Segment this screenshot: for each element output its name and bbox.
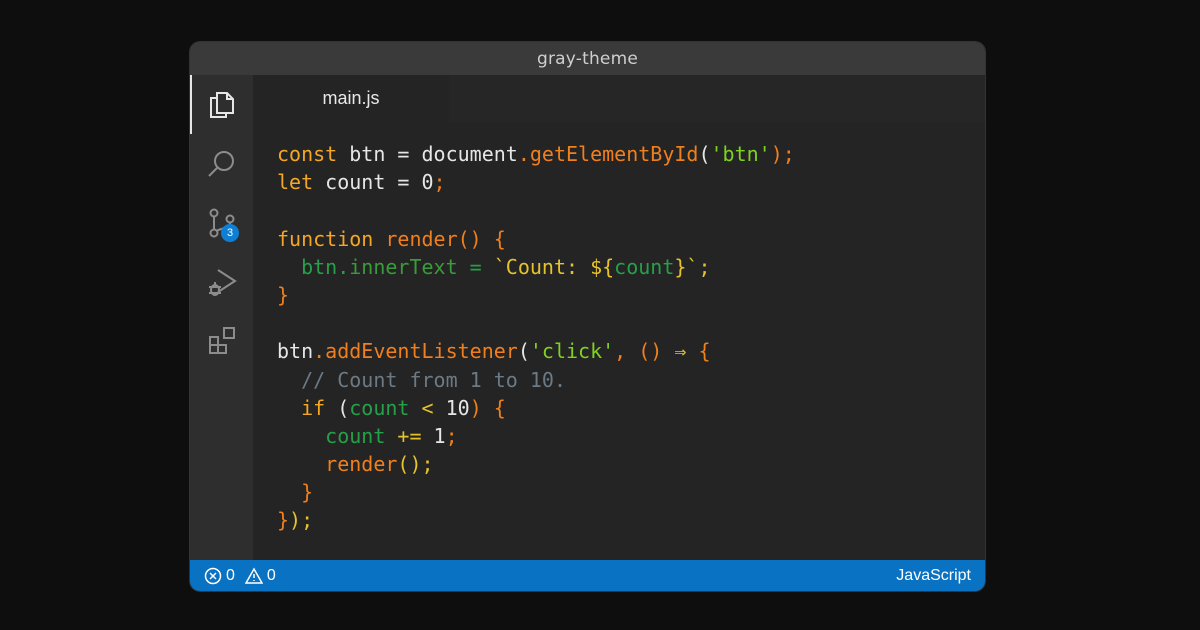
code-token: } xyxy=(277,282,290,307)
code-token: ); xyxy=(289,508,314,533)
code-token: } xyxy=(277,508,290,533)
code-token: getElementById xyxy=(529,142,699,166)
status-bar: 0 0 JavaScript xyxy=(190,560,985,591)
problems-indicator[interactable]: 0 0 xyxy=(204,560,276,591)
code-line[interactable]: // Count from 1 to 10. xyxy=(277,366,795,394)
code-token: ; xyxy=(445,423,458,448)
tab-main-js[interactable]: main.js xyxy=(253,75,449,122)
code-line[interactable]: count += 1; xyxy=(277,422,795,450)
extensions-icon xyxy=(208,326,235,354)
code-token: count xyxy=(614,254,675,279)
code-content[interactable]: const btn = document.getElementById('btn… xyxy=(277,140,795,535)
code-line[interactable]: const btn = document.getElementById('btn… xyxy=(277,140,795,168)
run-debug-icon xyxy=(208,268,237,296)
code-token: render xyxy=(385,226,458,251)
code-line[interactable]: } xyxy=(277,281,795,309)
code-token: += xyxy=(385,423,434,448)
code-token: // Count from 1 to 10. xyxy=(277,367,566,392)
source-control-badge: 3 xyxy=(221,224,239,242)
code-token: btn xyxy=(277,339,314,364)
code-token: let xyxy=(277,170,314,195)
code-line[interactable]: } xyxy=(277,478,795,506)
language-mode[interactable]: JavaScript xyxy=(896,560,971,591)
code-token: 'btn' xyxy=(710,142,771,166)
code-token: .addEventListener xyxy=(313,339,518,364)
code-token: btn. xyxy=(277,254,350,279)
error-icon xyxy=(204,567,222,584)
tab-bar: main.js xyxy=(253,75,985,122)
window-title: gray-theme xyxy=(190,42,985,75)
explorer-button[interactable] xyxy=(190,75,253,134)
code-token: < xyxy=(409,395,446,420)
code-token: 'click' xyxy=(529,339,615,364)
code-token: render xyxy=(277,452,398,477)
code-token: ); xyxy=(770,142,795,166)
files-icon xyxy=(209,91,234,118)
code-line[interactable]: render(); xyxy=(277,450,795,478)
code-line[interactable]: if (count < 10) { xyxy=(277,394,795,422)
warning-count: 0 xyxy=(266,566,276,584)
code-token: , () xyxy=(614,339,675,364)
code-token: 1 xyxy=(433,423,446,448)
code-token: (); xyxy=(397,452,434,477)
code-token: function xyxy=(277,226,386,251)
code-line[interactable]: btn.addEventListener('click', () ⇒ { xyxy=(277,337,795,365)
search-button[interactable] xyxy=(190,134,253,193)
code-token: count xyxy=(277,423,386,448)
warning-icon xyxy=(244,566,263,584)
code-token: ⇒ xyxy=(674,339,687,364)
code-token: ) { xyxy=(469,395,506,420)
error-count: 0 xyxy=(226,566,235,584)
code-token: `Count: ${ xyxy=(493,254,615,279)
code-token: } xyxy=(277,480,314,505)
code-token: = xyxy=(457,254,494,279)
code-line[interactable]: btn.innerText = `Count: ${count}`; xyxy=(277,253,795,281)
code-line[interactable]: function render() { xyxy=(277,225,795,253)
code-editor[interactable]: const btn = document.getElementById('btn… xyxy=(253,122,985,560)
search-icon xyxy=(207,150,234,177)
code-token: btn = document xyxy=(337,142,518,166)
code-line[interactable]: let count = 0; xyxy=(277,168,795,196)
code-token: . xyxy=(517,142,530,166)
code-token: ( xyxy=(337,395,350,420)
code-token: innerText xyxy=(349,254,458,279)
source-control-button[interactable]: 3 xyxy=(190,193,253,252)
code-token: 10 xyxy=(445,395,470,420)
code-token: const xyxy=(277,142,338,166)
editor-window: gray-theme 3 main.js const btn = documen… xyxy=(190,42,985,591)
activity-bar: 3 xyxy=(190,75,253,560)
code-token: 0 xyxy=(421,170,434,195)
code-token: ( xyxy=(698,142,711,166)
code-line[interactable] xyxy=(277,309,795,337)
code-token: count xyxy=(349,395,410,420)
code-token: ; xyxy=(433,170,446,195)
code-token: if xyxy=(277,395,338,420)
code-token: }`; xyxy=(674,254,711,279)
code-line[interactable] xyxy=(277,196,795,224)
run-debug-button[interactable] xyxy=(190,252,253,311)
code-token: ( xyxy=(517,339,530,364)
code-token: count = xyxy=(313,170,422,195)
code-line[interactable]: }); xyxy=(277,506,795,534)
extensions-button[interactable] xyxy=(190,311,253,370)
code-token: () { xyxy=(457,226,506,251)
code-token: { xyxy=(686,339,711,364)
